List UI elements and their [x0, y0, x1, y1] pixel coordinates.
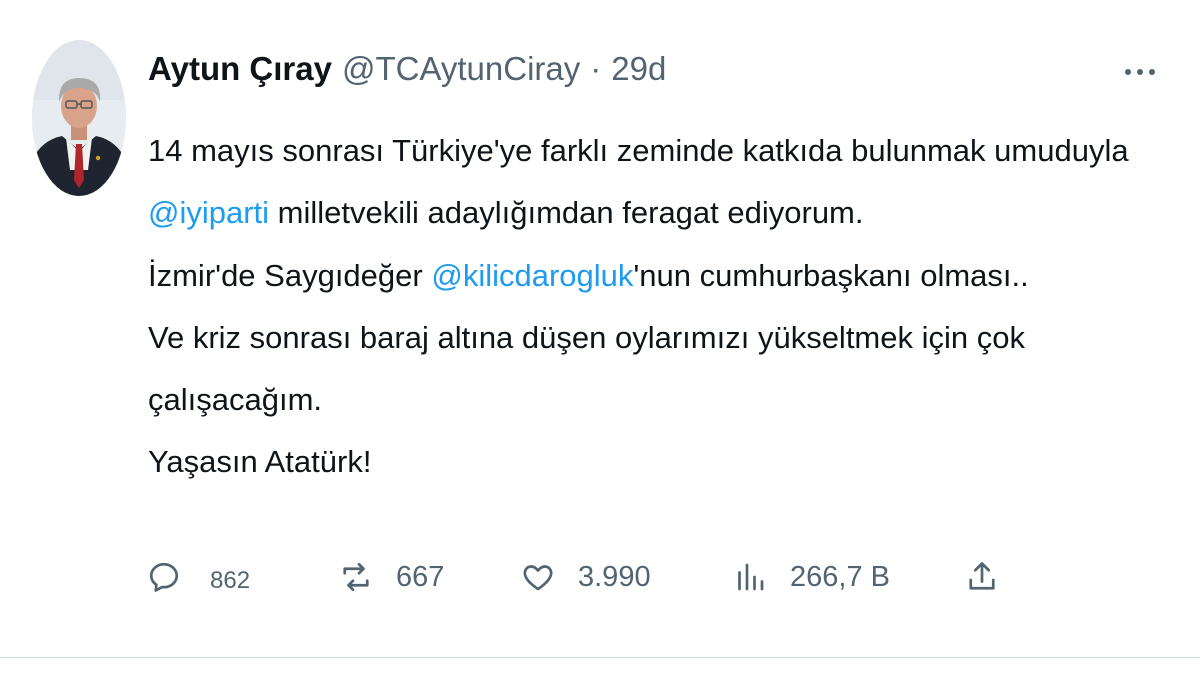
tweet-line-5: çalışacağım. — [148, 382, 323, 418]
views-icon — [738, 563, 764, 591]
tweet-text: 14 mayıs sonrası Türkiye'ye farklı zemin… — [148, 120, 1158, 494]
mention-iyiparti[interactable]: @iyiparti — [148, 195, 269, 230]
mention-kilicdarogluk[interactable]: @kilicdarogluk — [431, 258, 633, 293]
like-icon — [523, 565, 553, 591]
retweet-icon — [343, 562, 369, 592]
reply-count: 861 862 — [210, 537, 270, 617]
more-icon[interactable] — [1118, 58, 1162, 86]
more-dot-1 — [1125, 69, 1131, 75]
tweet-line-2: @iyiparti milletvekili adaylığımdan fera… — [148, 182, 1158, 244]
more-dot-2 — [1137, 69, 1143, 75]
views-button[interactable]: 266,7 B — [732, 559, 890, 595]
retweet-button[interactable]: 667 — [338, 559, 444, 595]
next-tweet-edge — [0, 658, 1200, 675]
share-icon — [969, 562, 995, 590]
tweet-line-3: İzmir'de Saygıdeğer @kilicdarogluk'nun c… — [148, 245, 1158, 307]
separator-dot: · — [590, 50, 602, 87]
avatar-photo — [32, 40, 126, 196]
tweet-line-4: Ve kriz sonrası baraj altına düşen oylar… — [148, 319, 1025, 355]
more-dot-3 — [1149, 69, 1155, 75]
share-button[interactable] — [964, 559, 1000, 595]
timestamp[interactable]: 29d — [611, 50, 666, 88]
retweet-count: 667 — [396, 560, 445, 593]
tweet-header: Aytun Çıray @TCAytunCiray · 29d — [148, 50, 666, 94]
like-button[interactable]: 3.990 — [520, 559, 651, 595]
reply-button[interactable] — [146, 559, 182, 595]
author-name[interactable]: Aytun Çıray — [148, 50, 332, 88]
tweet-line-3-pre: İzmir'de Saygıdeğer — [148, 257, 432, 293]
reply-icon — [149, 562, 179, 592]
action-bar: 861 862 667 3.990 266,7 B — [146, 537, 1026, 615]
tweet-line-3-post: 'nun cumhurbaşkanı olması.. — [633, 257, 1029, 293]
avatar[interactable] — [32, 40, 126, 196]
tweet-line-2-text: milletvekili adaylığımdan feragat ediyor… — [269, 195, 864, 231]
author-handle[interactable]: @TCAytunCiray — [342, 50, 580, 88]
views-count: 266,7 B — [790, 560, 890, 593]
reply-count-rolling-bottom: 862 — [210, 567, 251, 594]
tweet-line-1: 14 mayıs sonrası Türkiye'ye farklı zemin… — [148, 133, 1129, 168]
tweet-line-6: Yaşasın Atatürk! — [148, 444, 372, 480]
like-count: 3.990 — [578, 560, 651, 593]
reply-count-rolling-top: 861 — [210, 537, 270, 551]
tweet-card[interactable]: Aytun Çıray @TCAytunCiray · 29d 14 mayıs… — [0, 0, 1200, 658]
